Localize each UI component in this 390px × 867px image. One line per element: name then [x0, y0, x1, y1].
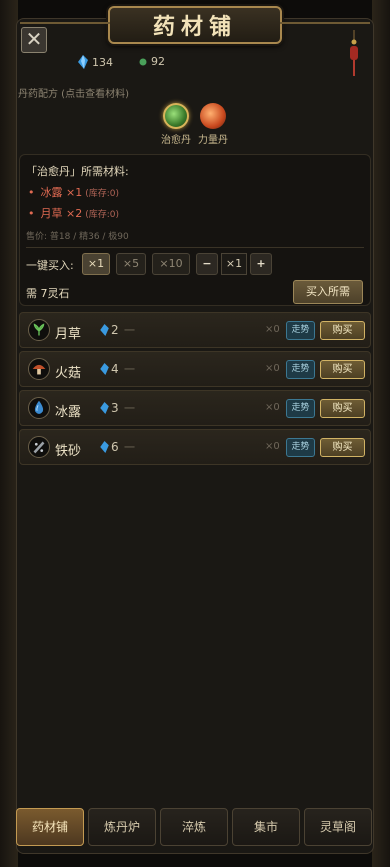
quantity-10-button[interactable]: ×10	[152, 253, 190, 275]
material-stock: (库存:0)	[85, 210, 119, 220]
material-item: • 月草 ×2 (库存:0)	[28, 207, 119, 220]
material-text: 冰露 ×1	[40, 186, 83, 199]
spirit-stone-balance: 134	[78, 55, 113, 69]
background-right-pillar	[372, 0, 390, 867]
price-change: 一	[124, 324, 135, 337]
dew-icon	[28, 397, 50, 419]
spirit-stone-icon	[78, 55, 88, 69]
tab-alchemy-furnace[interactable]: 炼丹炉	[88, 808, 156, 846]
trend-button[interactable]: 走势	[286, 321, 315, 340]
pill-label: 治愈丹	[161, 135, 191, 146]
item-name: 火菇	[55, 366, 82, 381]
quantity-1-button[interactable]: ×1	[82, 253, 110, 275]
increase-button[interactable]: +	[250, 253, 272, 275]
list-item: 火菇 4 一 ×0 走势 购买	[19, 351, 371, 387]
buy-button[interactable]: 购买	[320, 399, 365, 418]
pill-label: 力量丹	[198, 135, 228, 146]
item-owned: ×0	[265, 402, 280, 413]
recipe-header: 「治愈丹」所需材料:	[26, 165, 129, 178]
spirit-stone-count: 134	[92, 55, 113, 69]
item-owned: ×0	[265, 324, 280, 335]
bottom-tab-bar: 药材铺 炼丹炉 淬炼 集市 灵草阁	[16, 808, 372, 846]
strength-pill-icon	[200, 103, 226, 129]
list-item: 冰露 3 一 ×0 走势 购买	[19, 390, 371, 426]
pill-healing[interactable]: 治愈丹	[156, 103, 196, 146]
item-name: 铁砂	[55, 444, 82, 459]
item-price: 6	[111, 440, 119, 454]
material-item: • 冰露 ×1 (库存:0)	[28, 186, 119, 199]
item-name: 冰露	[55, 405, 82, 420]
item-name: 月草	[55, 327, 82, 342]
spirit-stone-icon	[100, 363, 109, 375]
quick-buy-label: 一键买入:	[26, 259, 74, 272]
close-button[interactable]: ✕	[21, 27, 47, 53]
trend-button[interactable]: 走势	[286, 360, 315, 379]
trend-button[interactable]: 走势	[286, 399, 315, 418]
decrease-button[interactable]: −	[196, 253, 218, 275]
cost-needed: 需 7灵石	[26, 287, 70, 300]
list-item: 铁砂 6 一 ×0 走势 购买	[19, 429, 371, 465]
buy-all-button[interactable]: 买入所需	[293, 280, 363, 304]
item-price: 4	[111, 362, 119, 376]
divider	[26, 247, 364, 248]
lantern-icon	[350, 30, 358, 76]
buy-button[interactable]: 购买	[320, 438, 365, 457]
spirit-stone-icon	[100, 324, 109, 336]
pill-strength[interactable]: 力量丹	[193, 103, 233, 146]
buy-button[interactable]: 购买	[320, 360, 365, 379]
tab-spirit-herb-pavilion[interactable]: 灵草阁	[304, 808, 372, 846]
mushroom-icon	[28, 358, 50, 380]
herb-icon	[28, 319, 50, 341]
formula-label[interactable]: 丹药配方 (点击查看材料)	[18, 85, 129, 100]
material-stock: (库存:0)	[85, 189, 119, 199]
trend-button[interactable]: 走势	[286, 438, 315, 457]
price-change: 一	[124, 363, 135, 376]
buy-button[interactable]: 购买	[320, 321, 365, 340]
price-change: 一	[124, 402, 135, 415]
quantity-5-button[interactable]: ×5	[116, 253, 146, 275]
tab-herb-shop[interactable]: 药材铺	[16, 808, 84, 846]
iron-sand-icon	[28, 436, 50, 458]
title-banner: 药材铺	[20, 6, 370, 44]
item-owned: ×0	[265, 441, 280, 452]
material-text: 月草 ×2	[40, 207, 83, 220]
close-icon: ✕	[25, 27, 43, 51]
spirit-stone-icon	[100, 441, 109, 453]
item-price: 2	[111, 323, 119, 337]
list-item: 月草 2 一 ×0 走势 购买	[19, 312, 371, 348]
recipe-card: 「治愈丹」所需材料: • 冰露 ×1 (库存:0) • 月草 ×2 (库存:0) 售价:…	[19, 154, 371, 306]
quantity-value: ×1	[221, 253, 247, 275]
tab-refine[interactable]: 淬炼	[160, 808, 228, 846]
spirit-stone-icon	[100, 402, 109, 414]
item-price: 3	[111, 401, 119, 415]
jade-count: 92	[151, 55, 165, 68]
item-list: 月草 2 一 ×0 走势 购买 火菇 4 一 ×0 走势 购买 冰露 3 一 ×…	[19, 312, 371, 468]
jade-balance: 92	[139, 55, 165, 68]
page-title: 药材铺	[152, 14, 237, 40]
sell-price: 售价: 普18 / 精36 / 极90	[26, 232, 129, 242]
jade-icon	[139, 58, 147, 65]
item-owned: ×0	[265, 363, 280, 374]
healing-pill-icon	[163, 103, 189, 129]
tab-market[interactable]: 集市	[232, 808, 300, 846]
price-change: 一	[124, 441, 135, 454]
